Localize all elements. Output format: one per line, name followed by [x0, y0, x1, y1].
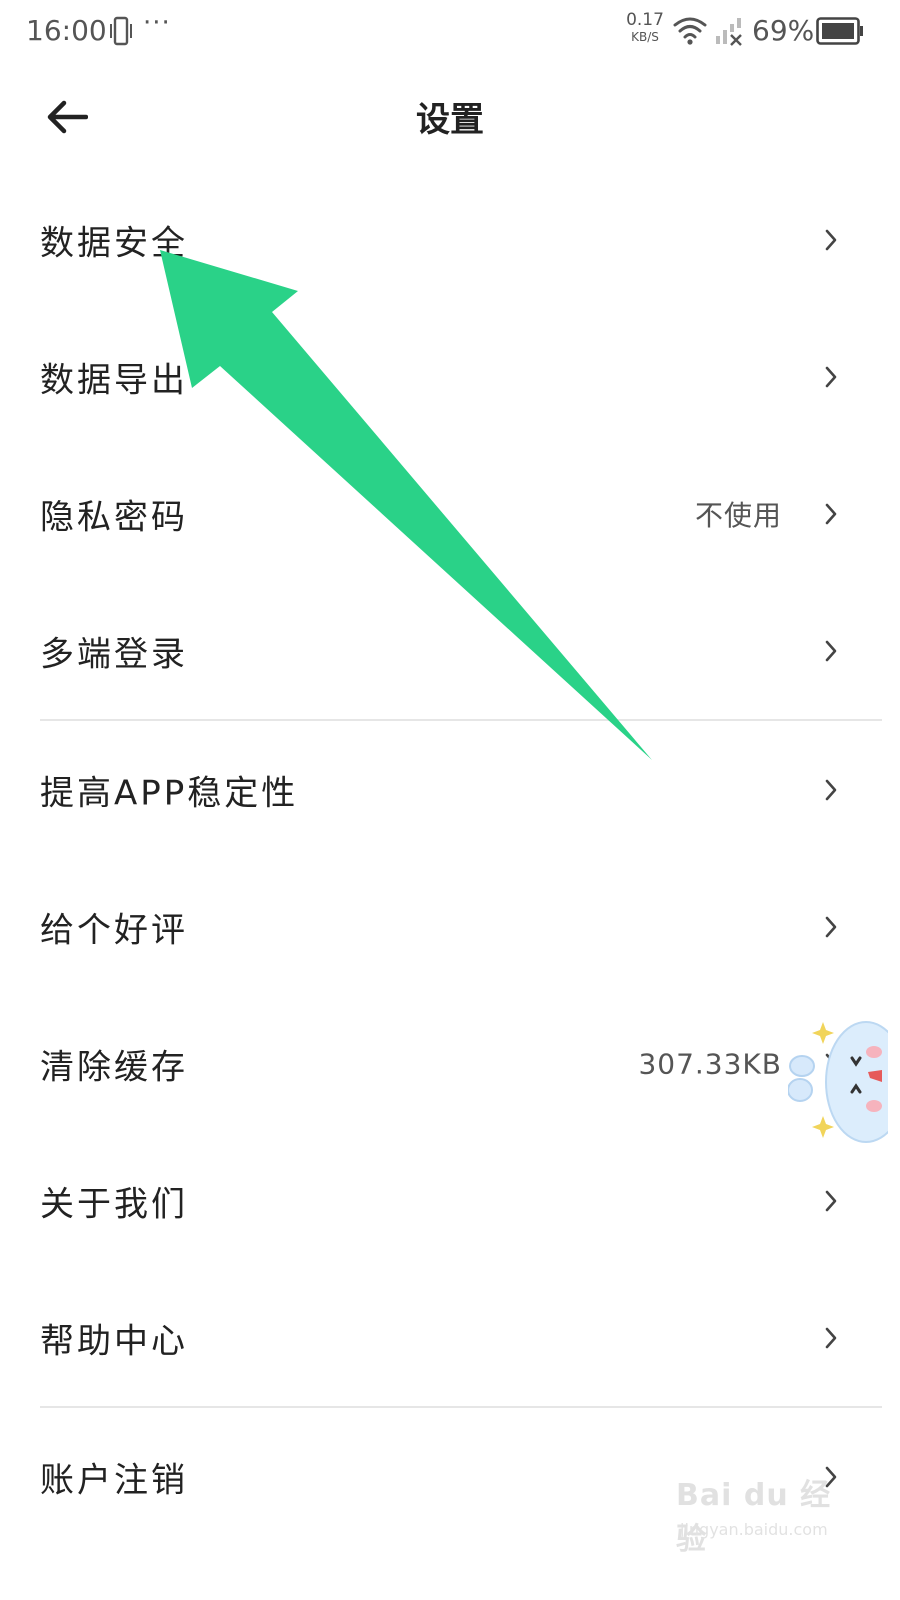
settings-item-data-security[interactable]: 数据安全	[0, 171, 900, 308]
settings-item-privacy-password[interactable]: 隐私密码 不使用	[0, 445, 900, 582]
settings-item-label: 账户注销	[40, 1460, 188, 1500]
settings-item-data-export[interactable]: 数据导出	[0, 308, 900, 445]
settings-item-label: 数据安全	[40, 223, 188, 263]
signal-icon	[716, 18, 742, 46]
wifi-icon	[673, 17, 707, 45]
settings-item-label: 数据导出	[40, 360, 188, 400]
watermark-url: jingyan.baidu.com	[680, 1520, 828, 1539]
network-speed-unit: KB/S	[631, 30, 659, 44]
watermark: Bai du 经验 jingyan.baidu.com	[676, 1470, 846, 1560]
network-speed-value: 0.17	[626, 10, 664, 30]
settings-item-rate-app[interactable]: 给个好评	[0, 858, 900, 995]
settings-item-label: 隐私密码	[40, 497, 188, 537]
page-title: 设置	[416, 100, 484, 140]
status-bar: 16:00 ··· 0.17 KB/S 69%	[0, 0, 900, 62]
chevron-right-icon	[825, 1190, 837, 1211]
settings-item-app-stability[interactable]: 提高APP稳定性	[0, 721, 900, 858]
chevron-right-icon	[825, 916, 837, 937]
chevron-right-icon	[825, 503, 837, 524]
settings-item-label: 给个好评	[40, 910, 188, 950]
settings-item-value: 307.33KB	[638, 1047, 782, 1080]
settings-list: 数据安全 数据导出 隐私密码 不使用 多端登录 提高APP稳定性 给个好评 清除…	[0, 171, 900, 1545]
settings-item-value: 不使用	[694, 498, 782, 532]
chevron-right-icon	[825, 640, 837, 661]
settings-item-about-us[interactable]: 关于我们	[0, 1132, 900, 1269]
settings-item-help-center[interactable]: 帮助中心	[0, 1269, 900, 1406]
battery-percent: 69%	[752, 14, 815, 47]
settings-item-clear-cache[interactable]: 清除缓存 307.33KB	[0, 995, 900, 1132]
chevron-right-icon	[825, 229, 837, 250]
status-time: 16:00	[26, 14, 107, 47]
settings-item-label: 关于我们	[40, 1184, 188, 1224]
settings-item-label: 清除缓存	[40, 1047, 188, 1087]
settings-item-label: 提高APP稳定性	[40, 773, 299, 813]
battery-icon	[816, 17, 863, 45]
settings-item-multi-device-login[interactable]: 多端登录	[0, 582, 900, 719]
watermark-brand: Bai du 经验	[676, 1478, 832, 1557]
settings-item-label: 帮助中心	[40, 1321, 188, 1361]
more-dots-icon: ···	[143, 8, 171, 38]
chevron-right-icon	[825, 779, 837, 800]
network-speed: 0.17 KB/S	[624, 12, 666, 46]
chevron-right-icon	[825, 366, 837, 387]
chevron-right-icon	[825, 1327, 837, 1348]
floating-mascot-icon[interactable]	[788, 1018, 888, 1148]
settings-item-label: 多端登录	[40, 634, 188, 674]
vibrate-icon	[110, 16, 132, 46]
